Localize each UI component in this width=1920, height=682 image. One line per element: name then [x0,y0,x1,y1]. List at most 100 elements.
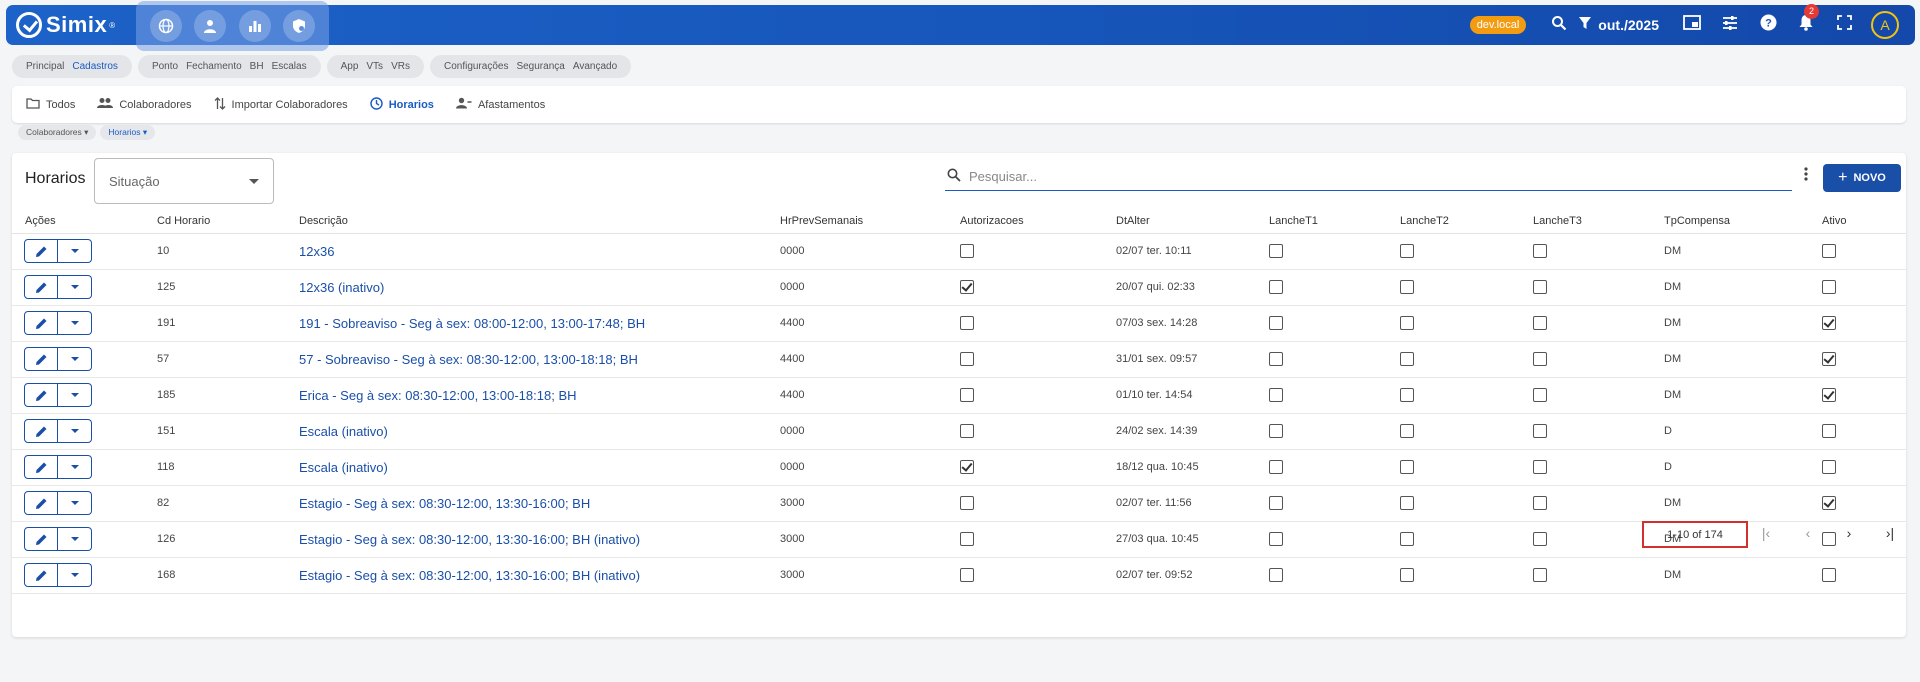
cell-descricao-link[interactable]: Escala (inativo) [299,413,780,450]
ativo-checkbox[interactable] [1822,424,1836,438]
module-ponto[interactable]: Ponto [152,61,178,72]
col-lanchet2[interactable]: LancheT2 [1400,209,1533,234]
edit-button[interactable] [24,563,58,587]
lanchet3-checkbox[interactable] [1533,388,1547,402]
lanchet1-checkbox[interactable] [1269,460,1283,474]
autorizacoes-checkbox[interactable] [960,568,974,582]
lanchet1-checkbox[interactable] [1269,388,1283,402]
lanchet1-checkbox[interactable] [1269,424,1283,438]
ativo-checkbox[interactable] [1822,460,1836,474]
ativo-checkbox[interactable] [1822,352,1836,366]
cell-descricao-link[interactable]: Escala (inativo) [299,449,780,486]
lanchet3-checkbox[interactable] [1533,316,1547,330]
search-icon[interactable] [1540,15,1578,36]
lanchet3-checkbox[interactable] [1533,352,1547,366]
cell-descricao-link[interactable]: 57 - Sobreaviso - Seg à sex: 08:30-12:00… [299,341,780,378]
autorizacoes-checkbox[interactable] [960,316,974,330]
tab-horarios[interactable]: Horarios [369,96,434,113]
ativo-checkbox[interactable] [1822,496,1836,510]
col-cd-horario[interactable]: Cd Horario [157,209,299,234]
cell-descricao-link[interactable]: 12x36 (inativo) [299,269,780,306]
lanchet2-checkbox[interactable] [1400,424,1414,438]
edit-button[interactable] [24,491,58,515]
period-filter[interactable]: out./2025 [1578,16,1659,34]
tune-icon[interactable] [1711,15,1749,36]
ativo-checkbox[interactable] [1822,280,1836,294]
module-escalas[interactable]: Escalas [272,61,307,72]
edit-button[interactable] [24,455,58,479]
row-menu-button[interactable] [58,383,92,407]
first-page-icon[interactable]: |‹ [1756,525,1776,541]
fullscreen-icon[interactable] [1825,15,1863,35]
col-hrprevsemanais[interactable]: HrPrevSemanais [780,209,960,234]
autorizacoes-checkbox[interactable] [960,280,974,294]
last-page-icon[interactable]: ›| [1880,525,1900,541]
module-avancado[interactable]: Avançado [573,61,617,72]
row-menu-button[interactable] [58,455,92,479]
col-ativo[interactable]: Ativo [1822,209,1906,234]
row-menu-button[interactable] [58,491,92,515]
ativo-checkbox[interactable] [1822,388,1836,402]
tab-colaboradores[interactable]: Colaboradores [97,97,192,112]
user-avatar[interactable]: A [1871,11,1899,39]
lanchet1-checkbox[interactable] [1269,316,1283,330]
cell-descricao-link[interactable]: Estagio - Seg à sex: 08:30-12:00, 13:30-… [299,485,780,522]
row-menu-button[interactable] [58,311,92,335]
person-icon[interactable] [194,10,227,42]
lanchet2-checkbox[interactable] [1400,388,1414,402]
autorizacoes-checkbox[interactable] [960,496,974,510]
shield-gear-icon[interactable] [282,10,315,42]
edit-button[interactable] [24,383,58,407]
col-dtalter[interactable]: DtAlter [1116,209,1269,234]
col-autorizacoes[interactable]: Autorizacoes [960,209,1116,234]
next-page-icon[interactable]: › [1839,525,1859,541]
col-descricao[interactable]: Descrição [299,209,780,234]
edit-button[interactable] [24,311,58,335]
module-vts[interactable]: VTs [366,61,383,72]
module-principal[interactable]: Principal [26,61,64,72]
bell-icon[interactable]: 2 [1787,4,1825,36]
autorizacoes-checkbox[interactable] [960,244,974,258]
search-input[interactable] [969,169,1732,184]
autorizacoes-checkbox[interactable] [960,424,974,438]
autorizacoes-checkbox[interactable] [960,460,974,474]
row-menu-button[interactable] [58,419,92,443]
row-menu-button[interactable] [58,239,92,263]
previous-page-icon[interactable]: ‹ [1798,525,1818,541]
col-tpcompensa[interactable]: TpCompensa [1664,209,1822,234]
situacao-select[interactable]: Situação [94,158,274,204]
picture-in-picture-icon[interactable] [1673,14,1711,36]
lanchet3-checkbox[interactable] [1533,280,1547,294]
ativo-checkbox[interactable] [1822,568,1836,582]
lanchet2-checkbox[interactable] [1400,568,1414,582]
edit-button[interactable] [24,239,58,263]
cell-descricao-link[interactable]: 12x36 [299,233,780,270]
lanchet1-checkbox[interactable] [1269,496,1283,510]
edit-button[interactable] [24,419,58,443]
row-menu-button[interactable] [58,347,92,371]
module-vrs[interactable]: VRs [391,61,410,72]
module-configuracoes[interactable]: Configurações [444,61,508,72]
edit-button[interactable] [24,275,58,299]
row-menu-button[interactable] [58,563,92,587]
module-seguranca[interactable]: Segurança [516,61,564,72]
module-cadastros[interactable]: Cadastros [72,61,118,72]
novo-button[interactable]: + NOVO [1823,164,1901,192]
col-lanchet1[interactable]: LancheT1 [1269,209,1400,234]
module-bh[interactable]: BH [250,61,264,72]
lanchet2-checkbox[interactable] [1400,496,1414,510]
help-icon[interactable]: ? [1749,14,1787,36]
lanchet3-checkbox[interactable] [1533,460,1547,474]
module-fechamento[interactable]: Fechamento [186,61,242,72]
ativo-checkbox[interactable] [1822,316,1836,330]
lanchet1-checkbox[interactable] [1269,280,1283,294]
lanchet2-checkbox[interactable] [1400,280,1414,294]
lanchet2-checkbox[interactable] [1400,352,1414,366]
row-menu-button[interactable] [58,275,92,299]
tab-importar-colaboradores[interactable]: Importar Colaboradores [214,96,348,113]
bar-chart-icon[interactable] [238,10,271,42]
globe-icon[interactable] [150,10,183,42]
cell-descricao-link[interactable]: 191 - Sobreaviso - Seg à sex: 08:00-12:0… [299,305,780,342]
lanchet2-checkbox[interactable] [1400,244,1414,258]
cell-descricao-link[interactable]: Erica - Seg à sex: 08:30-12:00, 13:00-18… [299,377,780,414]
